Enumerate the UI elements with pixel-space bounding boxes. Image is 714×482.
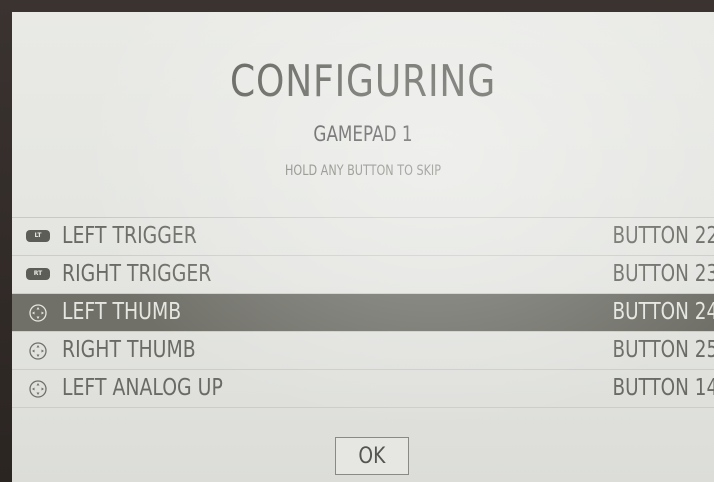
- mapping-row-left-analog-up[interactable]: LEFT ANALOG UP BUTTON 14: [12, 370, 714, 408]
- mapping-value: BUTTON 24: [612, 299, 714, 325]
- mapping-value: BUTTON 22: [612, 223, 714, 249]
- mapping-value: BUTTON 23: [612, 261, 714, 287]
- config-screen: CONFIGURING GAMEPAD 1 HOLD ANY BUTTON TO…: [12, 12, 714, 482]
- mapping-label: RIGHT TRIGGER: [62, 261, 212, 287]
- mapping-row-left-trigger[interactable]: LT LEFT TRIGGER BUTTON 22: [12, 218, 714, 256]
- ok-button[interactable]: OK: [335, 437, 409, 475]
- mapping-value: BUTTON 25: [612, 337, 714, 363]
- mapping-label: LEFT ANALOG UP: [62, 375, 223, 401]
- ok-button-label: OK: [358, 444, 386, 469]
- mapping-label: LEFT TRIGGER: [62, 223, 197, 249]
- dpad-icon: [26, 304, 50, 322]
- page-title: CONFIGURING: [229, 56, 497, 107]
- mapping-label: RIGHT THUMB: [62, 337, 196, 363]
- mapping-row-right-trigger[interactable]: RT RIGHT TRIGGER BUTTON 23: [12, 256, 714, 294]
- right-trigger-icon: RT: [26, 266, 50, 283]
- dpad-icon: [26, 342, 50, 360]
- mapping-value: BUTTON 14: [612, 375, 714, 401]
- mapping-row-right-thumb[interactable]: RIGHT THUMB BUTTON 25: [12, 332, 714, 370]
- mapping-label: LEFT THUMB: [62, 299, 182, 325]
- left-trigger-icon: LT: [26, 228, 50, 245]
- mapping-row-left-thumb[interactable]: LEFT THUMB BUTTON 24: [12, 294, 714, 332]
- device-name: GAMEPAD 1: [313, 122, 413, 146]
- skip-hint: HOLD ANY BUTTON TO SKIP: [285, 163, 441, 179]
- mapping-list[interactable]: LT LEFT TRIGGER BUTTON 22 RT RIGHT TRIGG…: [12, 217, 714, 408]
- dpad-icon: [26, 380, 50, 398]
